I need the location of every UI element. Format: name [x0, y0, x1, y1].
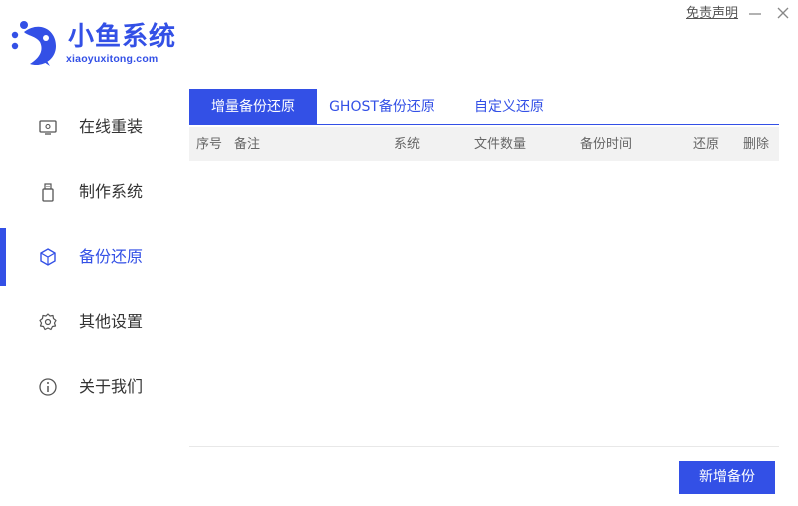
sidebar-item-label: 备份还原: [79, 247, 144, 266]
column-header-file-count: 文件数量: [474, 137, 527, 152]
column-header-restore: 还原: [693, 137, 720, 152]
tab-incremental-backup[interactable]: 增量备份还原: [189, 89, 317, 124]
logo-subtitle: xiaoyuxitong.com: [66, 53, 159, 65]
sidebar-item-other-settings[interactable]: 其他设置: [0, 293, 180, 351]
new-backup-button[interactable]: 新增备份: [679, 461, 775, 494]
column-header-backup-time: 备份时间: [580, 137, 633, 152]
tab-custom-restore[interactable]: 自定义还原: [459, 89, 559, 124]
sidebar-item-about-us[interactable]: 关于我们: [0, 358, 180, 416]
column-header-system: 系统: [394, 137, 421, 152]
tab-bar: 增量备份还原 GHOST备份还原 自定义还原: [189, 89, 779, 125]
sidebar-item-make-system[interactable]: 制作系统: [0, 163, 180, 221]
active-indicator: [0, 228, 6, 286]
sidebar-item-online-reinstall[interactable]: 在线重装: [0, 98, 180, 156]
usb-drive-icon: [42, 183, 54, 202]
sidebar-item-backup-restore[interactable]: 备份还原: [0, 228, 180, 286]
logo-title: 小鱼系统: [68, 22, 177, 52]
sidebar-item-label: 制作系统: [79, 182, 144, 201]
backup-cube-icon: [40, 248, 56, 266]
sidebar-item-label: 其他设置: [79, 312, 144, 331]
info-icon: [39, 378, 57, 396]
column-header-note: 备注: [234, 137, 261, 152]
divider: [189, 446, 779, 447]
fish-logo-icon: [11, 21, 56, 66]
close-icon[interactable]: [774, 3, 792, 23]
column-header-delete: 删除: [743, 137, 770, 152]
backup-table-body: [189, 161, 779, 446]
tab-ghost-backup[interactable]: GHOST备份还原: [317, 89, 447, 124]
sidebar-item-label: 在线重装: [79, 117, 144, 136]
disclaimer-link[interactable]: 免责声明: [686, 5, 738, 23]
minimize-icon[interactable]: [746, 3, 764, 23]
monitor-icon: [39, 120, 57, 135]
sidebar-item-label: 关于我们: [79, 377, 144, 396]
column-header-index: 序号: [196, 137, 223, 152]
app-logo: 小鱼系统 xiaoyuxitong.com: [10, 18, 190, 70]
table-header: 序号 备注 系统 文件数量 备份时间 还原 删除: [189, 127, 779, 161]
sidebar: 在线重装 制作系统 备份还原 其他设置 关于我们: [0, 95, 180, 420]
gear-icon: [39, 313, 57, 331]
